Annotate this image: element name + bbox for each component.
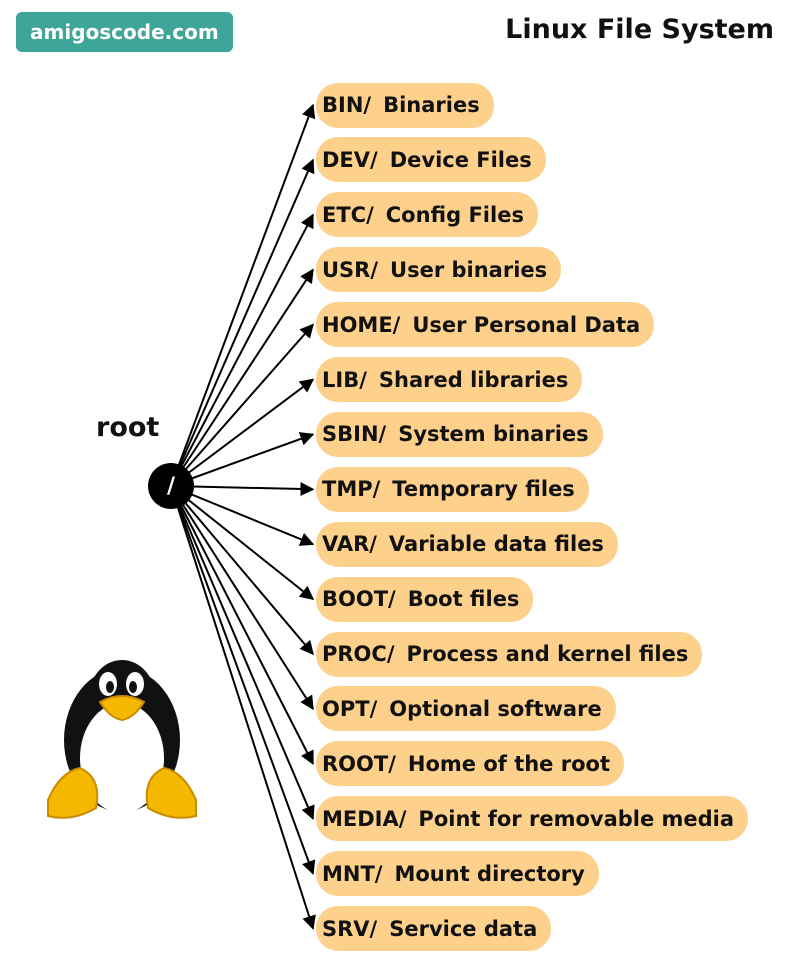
root-node: / xyxy=(148,463,194,509)
directory-description: Boot files xyxy=(407,587,520,612)
directory-description: Binaries xyxy=(383,93,480,117)
directory-node: MEDIA/Point for removable media xyxy=(316,796,749,842)
directory-node: HOME/User Personal Data xyxy=(316,302,655,348)
directory-node: OPT/Optional software xyxy=(316,686,616,732)
directory-name: VAR/ xyxy=(322,532,377,557)
directory-node: SBIN/System binaries xyxy=(316,411,603,457)
directory-node: ROOT/Home of the root xyxy=(316,741,624,787)
directory-name: SRV/ xyxy=(322,916,378,941)
directory-description: Device Files xyxy=(389,147,532,172)
directory-name: BOOT/ xyxy=(322,587,396,612)
directory-description: Shared libraries xyxy=(378,367,569,392)
directory-description: Home of the root xyxy=(407,751,610,776)
directory-description: User binaries xyxy=(390,257,548,282)
directory-node: BIN/Binaries xyxy=(316,82,494,128)
directory-description: Optional software xyxy=(389,696,602,721)
directory-description: System binaries xyxy=(398,422,589,447)
directory-name: DEV/ xyxy=(322,147,378,172)
directory-name: ETC/ xyxy=(322,202,374,227)
directory-name: BIN/ xyxy=(322,93,372,117)
edge-arrow xyxy=(170,158,315,487)
edge-arrow xyxy=(170,103,316,487)
directory-description: Temporary files xyxy=(392,477,575,502)
directory-name: MNT/ xyxy=(322,861,383,886)
edge-arrow xyxy=(170,268,314,487)
directory-node: BOOT/Boot files xyxy=(316,576,534,622)
directory-description: Service data xyxy=(389,916,538,941)
directory-description: Variable data files xyxy=(388,532,604,557)
directory-name: OPT/ xyxy=(322,696,378,721)
directory-name: LIB/ xyxy=(322,367,367,392)
directory-node: SRV/Service data xyxy=(316,906,552,951)
directory-node: VAR/Variable data files xyxy=(316,521,618,567)
directory-node: LIB/Shared libraries xyxy=(316,357,583,402)
directory-node: USR/User binaries xyxy=(316,247,562,293)
directory-description: Mount directory xyxy=(394,861,585,886)
edge-arrow xyxy=(170,378,315,487)
directory-description: User Personal Data xyxy=(412,312,641,337)
directory-name: TMP/ xyxy=(322,477,381,502)
tux-penguin-icon xyxy=(47,660,197,819)
directory-name: SBIN/ xyxy=(322,422,387,447)
directory-node: TMP/Temporary files xyxy=(316,466,589,512)
directory-node: DEV/Device Files xyxy=(316,137,546,183)
directory-name: HOME/ xyxy=(322,312,401,337)
directory-name: MEDIA/ xyxy=(322,806,407,831)
edge-arrow xyxy=(170,485,314,656)
directory-name: USR/ xyxy=(322,257,379,282)
directory-description: Config Files xyxy=(385,202,524,227)
directory-node: ETC/Config Files xyxy=(316,192,538,238)
directory-description: Process and kernel files xyxy=(406,642,689,666)
directory-name: PROC/ xyxy=(322,642,395,666)
directory-name: ROOT/ xyxy=(322,751,396,776)
directory-node: PROC/Process and kernel files xyxy=(316,631,703,677)
directory-node: MNT/Mount directory xyxy=(316,851,599,897)
edge-arrow xyxy=(170,213,314,487)
directory-description: Point for removable media xyxy=(418,806,735,831)
